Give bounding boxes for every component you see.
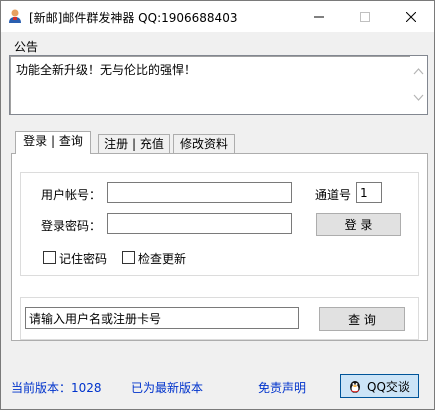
notice-scrollbar[interactable]: [410, 56, 427, 114]
tab-panel-login: 用户帐号： 通道号 登录密码： 登 录 记住密码 检查更新 查 询: [11, 153, 428, 341]
channel-label: 通道号: [315, 188, 352, 202]
tab-edit-profile[interactable]: 修改资料: [173, 134, 235, 155]
remember-password-checkbox[interactable]: [43, 251, 56, 264]
window-title: [新邮]邮件群发神器 QQ:1906688403: [29, 11, 238, 25]
account-label: 用户帐号：: [41, 188, 102, 202]
disclaimer-link[interactable]: 免责声明: [258, 379, 306, 396]
version-label: 当前版本：1028: [11, 381, 102, 395]
close-icon: [406, 11, 416, 22]
password-input[interactable]: [107, 213, 292, 234]
minimize-button[interactable]: [296, 1, 342, 32]
update-status: 已为最新版本: [131, 381, 204, 395]
notice-label: 公告: [14, 40, 39, 54]
minimize-icon: [314, 16, 324, 17]
qq-chat-button[interactable]: QQ交谈: [340, 374, 419, 398]
chevron-up-icon[interactable]: [413, 66, 424, 77]
query-button[interactable]: 查 询: [319, 307, 405, 331]
channel-input[interactable]: [356, 182, 382, 203]
notice-textarea[interactable]: 功能全新升级！无与伦比的强悍！: [9, 55, 428, 115]
account-input[interactable]: [107, 182, 292, 203]
notice-text: 功能全新升级！无与伦比的强悍！: [16, 63, 197, 77]
remember-password-label[interactable]: 记住密码: [59, 250, 107, 267]
title-bar[interactable]: [新邮]邮件群发神器 QQ:1906688403: [1, 1, 434, 32]
check-update-checkbox[interactable]: [122, 251, 135, 264]
check-update-label[interactable]: 检查更新: [138, 250, 186, 267]
app-user-icon: [9, 9, 21, 23]
tab-login-query[interactable]: 登录 | 查询: [15, 131, 91, 154]
tab-register-recharge[interactable]: 注册 | 充值: [98, 134, 170, 155]
maximize-icon: [360, 11, 370, 22]
login-button[interactable]: 登 录: [316, 213, 401, 236]
qq-penguin-icon: [350, 381, 360, 393]
login-group: 用户帐号： 通道号 登录密码： 登 录 记住密码 检查更新: [20, 172, 419, 276]
chevron-down-icon[interactable]: [413, 92, 424, 103]
qq-chat-label: QQ交谈: [367, 379, 410, 394]
app-window: [新邮]邮件群发神器 QQ:1906688403 公告 功能全新升级！无与伦比的…: [0, 0, 435, 410]
maximize-button[interactable]: [342, 1, 388, 32]
search-input[interactable]: [25, 307, 299, 329]
close-button[interactable]: [388, 1, 434, 32]
password-label: 登录密码：: [41, 219, 102, 233]
search-group: 查 询: [20, 297, 419, 340]
